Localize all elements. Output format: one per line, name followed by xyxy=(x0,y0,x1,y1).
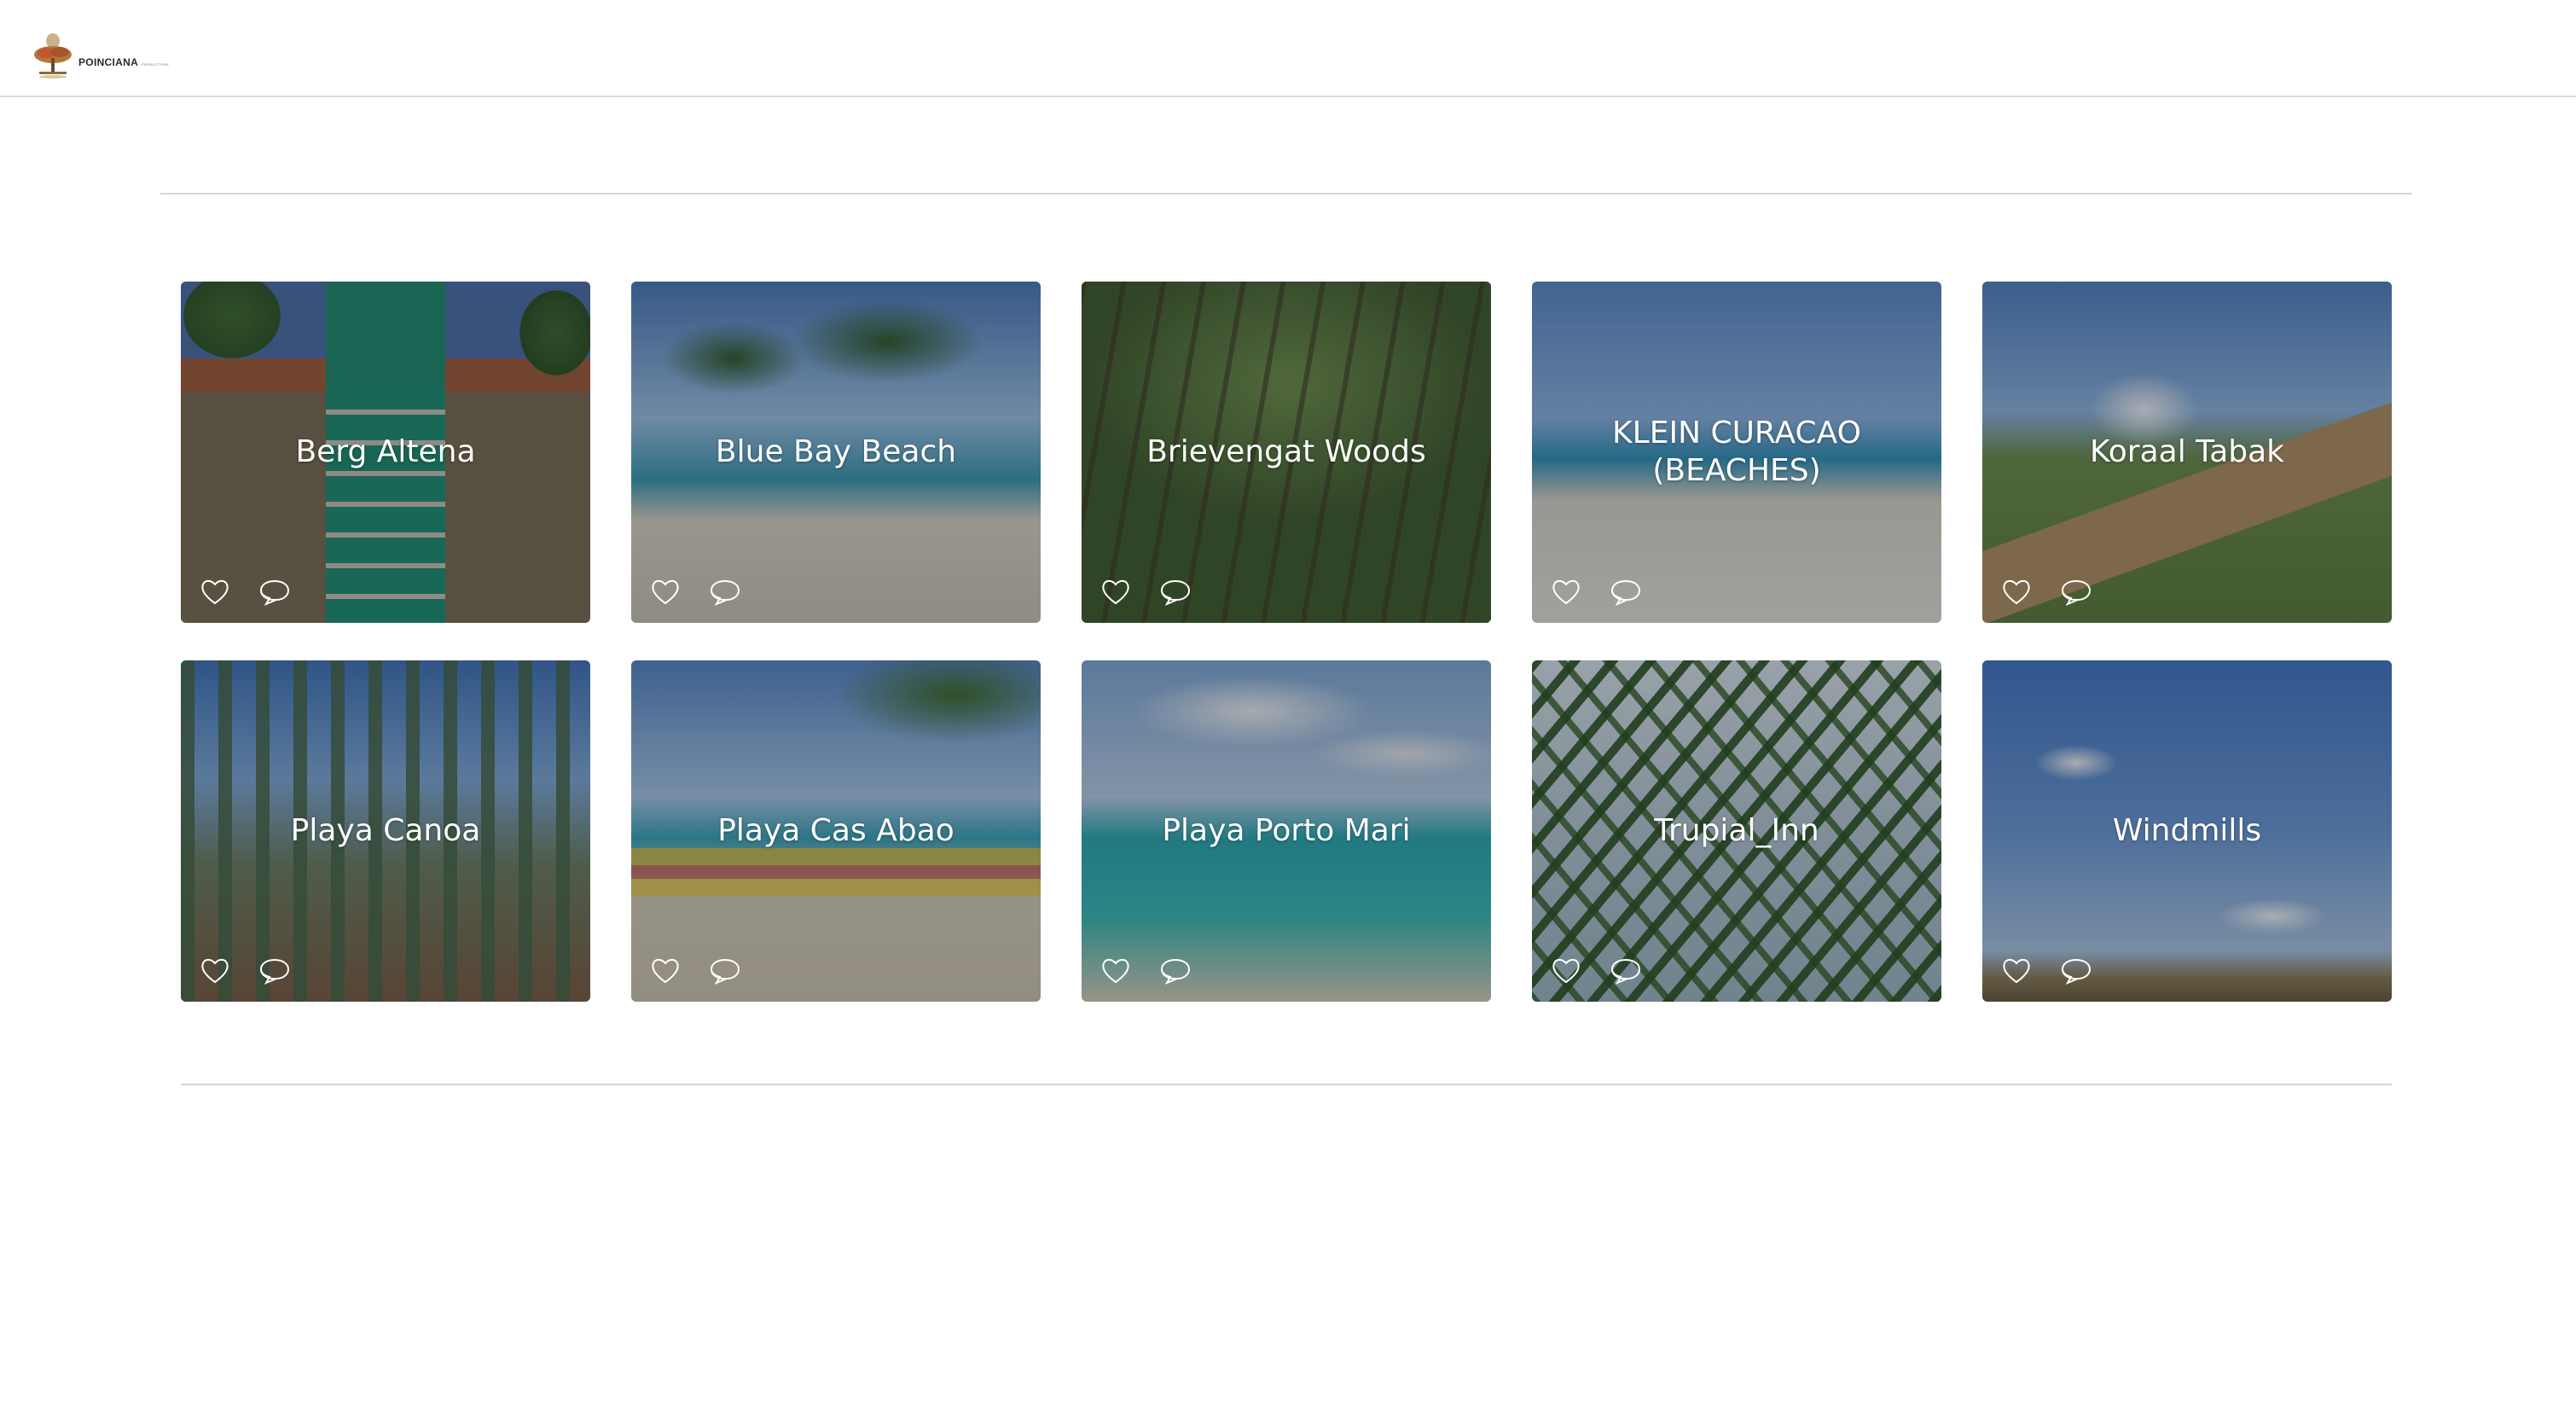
heart-icon[interactable] xyxy=(1099,575,1133,609)
album-card[interactable]: KLEIN CURACAO (BEACHES) xyxy=(1532,282,1941,623)
heart-icon[interactable] xyxy=(1999,954,2034,988)
album-card[interactable]: Windmills xyxy=(1982,660,2392,1002)
comment-icon[interactable] xyxy=(258,575,292,609)
comment-icon[interactable] xyxy=(258,954,292,988)
album-card[interactable]: Brievengat Woods xyxy=(1082,282,1491,623)
card-actions xyxy=(198,575,292,609)
logo-text: POINCIANA xyxy=(78,56,139,68)
card-actions xyxy=(1549,575,1643,609)
bottom-divider xyxy=(181,1084,2392,1085)
logo-link[interactable]: POINCIANA PRODUCTIONS xyxy=(29,29,169,80)
poinciana-tree-logo xyxy=(34,33,72,78)
heart-icon[interactable] xyxy=(1549,575,1583,609)
comment-icon[interactable] xyxy=(708,575,742,609)
album-card[interactable]: Playa Canoa xyxy=(181,660,590,1002)
card-actions xyxy=(1549,954,1643,988)
album-title: Playa Cas Abao xyxy=(717,813,954,848)
album-title: Berg Altena xyxy=(295,434,476,469)
album-gallery: Berg Altena Blue Bay Beach Brievengat Wo… xyxy=(181,282,2392,1002)
album-card[interactable]: Trupial_Inn xyxy=(1532,660,1941,1002)
heart-icon[interactable] xyxy=(1099,954,1133,988)
album-card[interactable]: Koraal Tabak xyxy=(1982,282,2392,623)
card-actions xyxy=(1099,954,1192,988)
comment-icon[interactable] xyxy=(1609,954,1643,988)
comment-icon[interactable] xyxy=(2059,575,2093,609)
album-title: Playa Porto Mari xyxy=(1162,813,1411,848)
comment-icon[interactable] xyxy=(1609,575,1643,609)
album-card[interactable]: Berg Altena xyxy=(181,282,590,623)
heart-icon[interactable] xyxy=(198,954,232,988)
album-card[interactable]: Playa Porto Mari xyxy=(1082,660,1491,1002)
album-title: KLEIN CURACAO (BEACHES) xyxy=(1612,416,1861,488)
comment-icon[interactable] xyxy=(2059,954,2093,988)
heart-icon[interactable] xyxy=(648,575,682,609)
heart-icon[interactable] xyxy=(1549,954,1583,988)
album-title: Windmills xyxy=(2112,813,2262,848)
album-card[interactable]: Playa Cas Abao xyxy=(631,660,1041,1002)
heart-icon[interactable] xyxy=(648,954,682,988)
album-title: Brievengat Woods xyxy=(1146,434,1426,469)
card-actions xyxy=(1099,575,1192,609)
top-divider xyxy=(160,193,2412,195)
album-title: Trupial_Inn xyxy=(1654,813,1819,848)
card-actions xyxy=(648,954,742,988)
page: POINCIANA PRODUCTIONS Berg Altena Blue B… xyxy=(0,0,2576,1401)
card-actions xyxy=(1999,575,2093,609)
card-actions xyxy=(648,575,742,609)
heart-icon[interactable] xyxy=(1999,575,2034,609)
comment-icon[interactable] xyxy=(1158,575,1192,609)
album-card[interactable]: Blue Bay Beach xyxy=(631,282,1041,623)
card-actions xyxy=(198,954,292,988)
album-title: Playa Canoa xyxy=(290,813,481,848)
album-title: Blue Bay Beach xyxy=(715,434,957,469)
heart-icon[interactable] xyxy=(198,575,232,609)
album-title: Koraal Tabak xyxy=(2089,434,2285,469)
comment-icon[interactable] xyxy=(708,954,742,988)
card-actions xyxy=(1999,954,2093,988)
comment-icon[interactable] xyxy=(1158,954,1192,988)
site-header: POINCIANA PRODUCTIONS xyxy=(0,0,2576,97)
logo-subtext: PRODUCTIONS xyxy=(142,62,169,67)
